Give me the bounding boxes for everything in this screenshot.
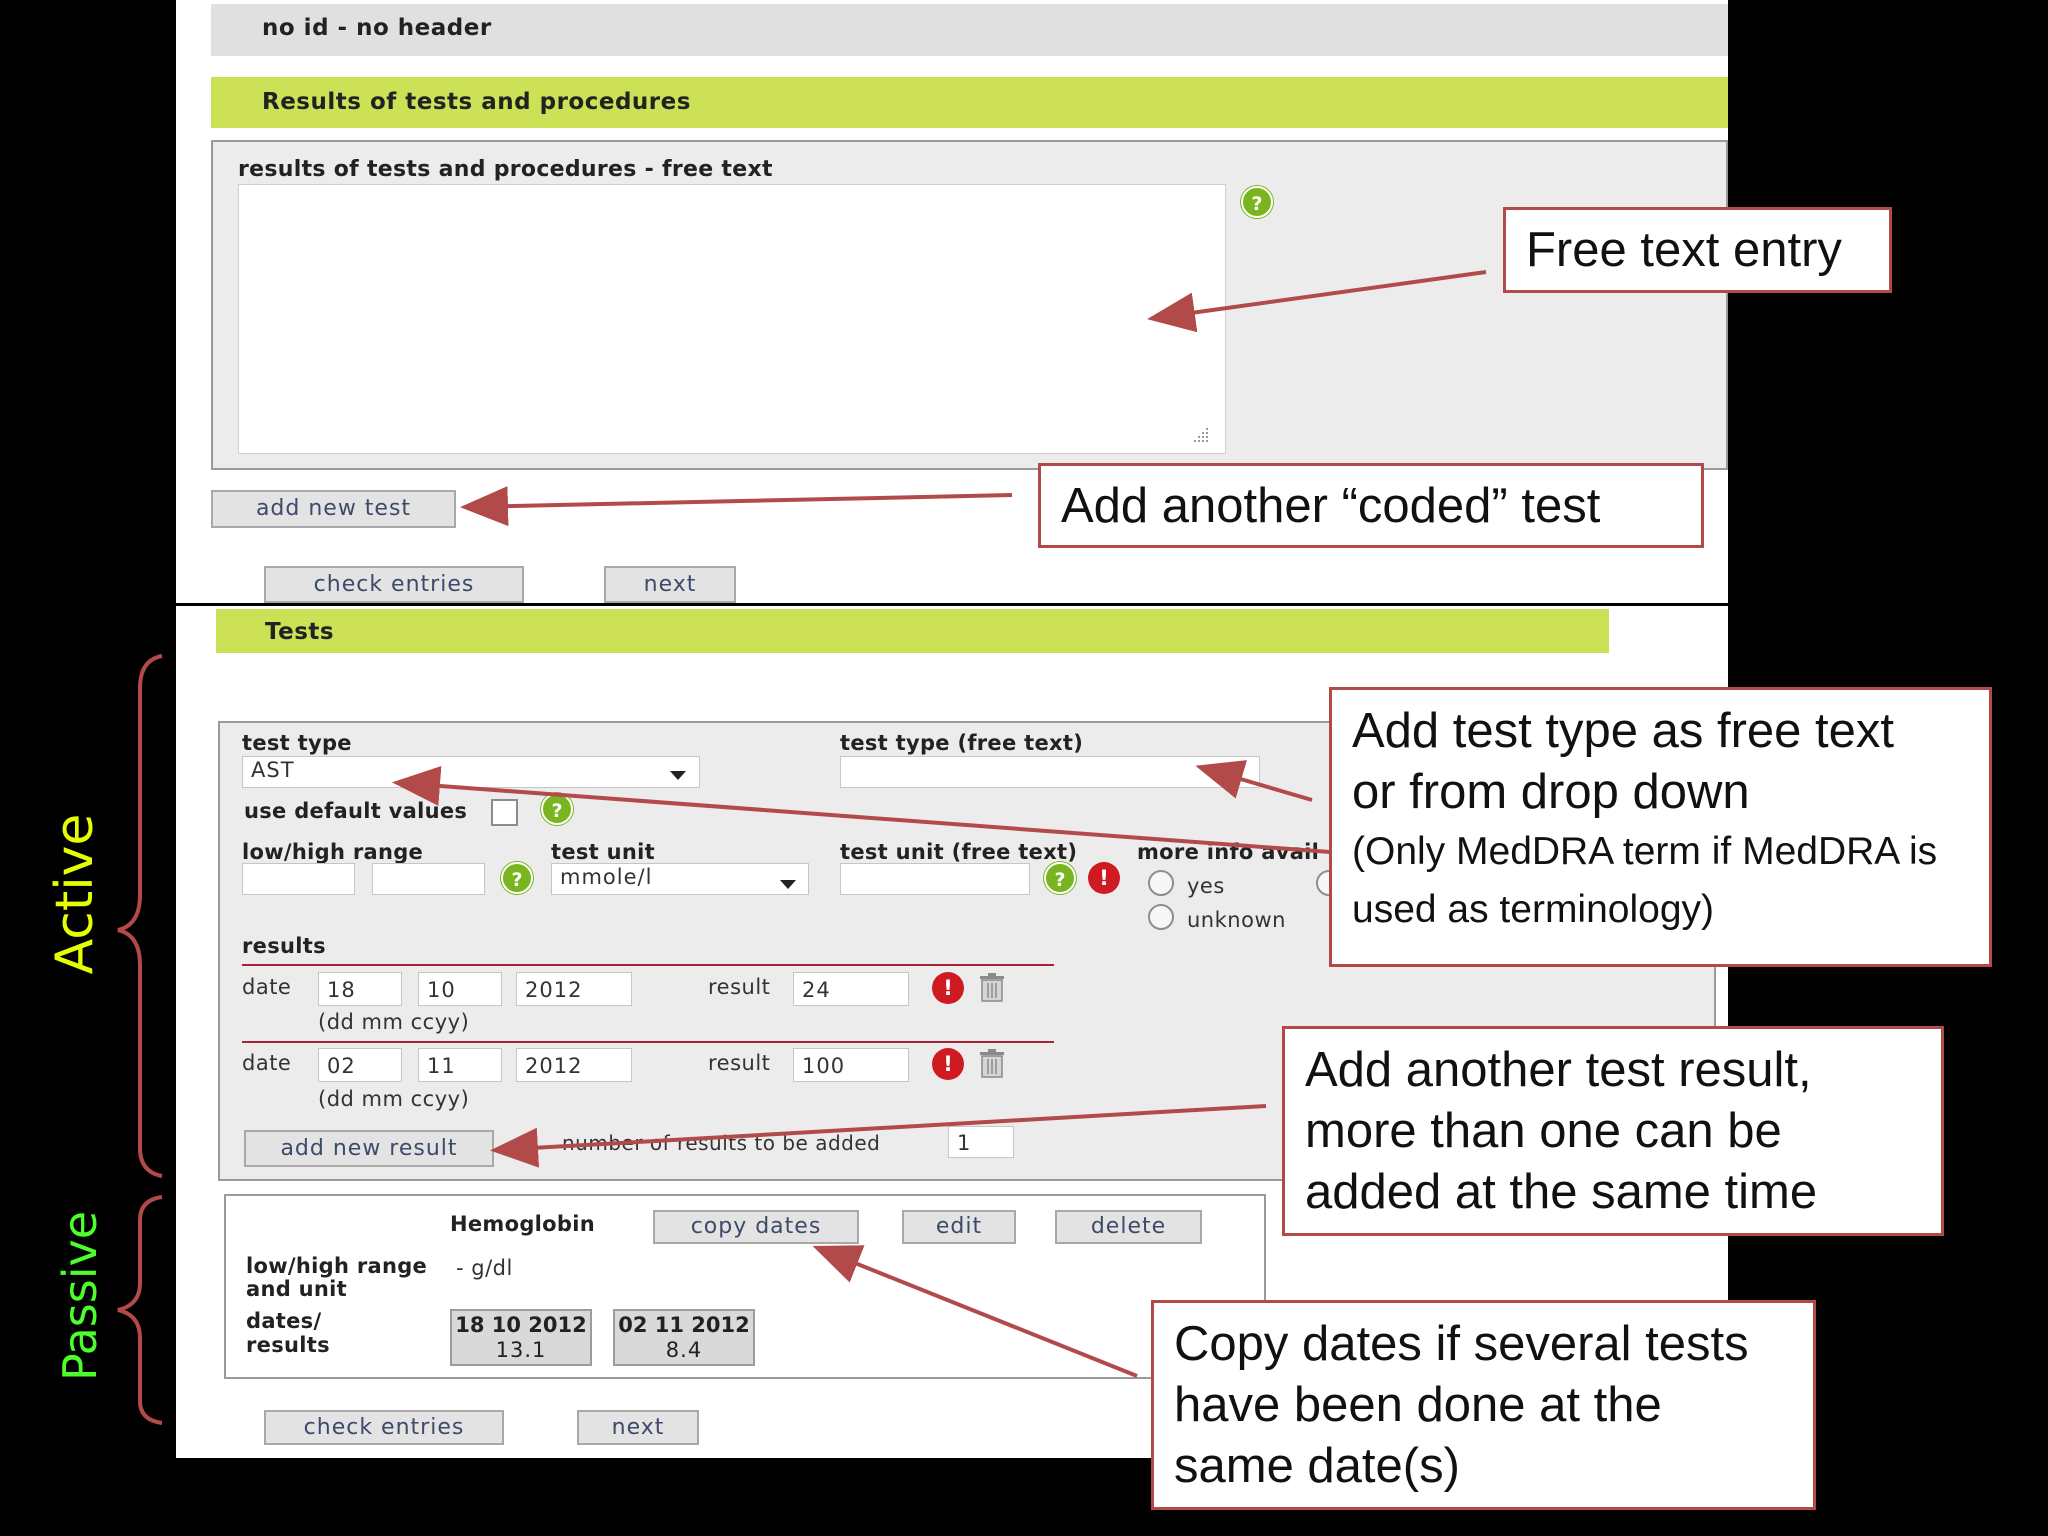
callout-add-coded-line: Add another “coded” test — [1061, 479, 1601, 533]
arrow-add-test — [460, 486, 1013, 527]
callout-add-coded-test: Add another “coded” test — [1038, 463, 1704, 548]
callout-add-result-line3: added at the same time — [1305, 1165, 1818, 1219]
callout-add-result: Add another test result, more than one c… — [1282, 1026, 1944, 1236]
callout-free-text: Free text entry — [1503, 207, 1892, 293]
passive-side-label: Passive — [53, 1210, 107, 1382]
arrow-free-text — [1147, 270, 1487, 333]
callout-copy-dates-line3: same date(s) — [1174, 1439, 1460, 1493]
callout-test-type-line2: or from drop down — [1352, 765, 1750, 819]
callout-test-type: Add test type as free text or from drop … — [1329, 687, 1992, 967]
callout-test-type-line4: used as terminology) — [1352, 888, 1715, 931]
callout-copy-dates-line2: have been done at the — [1174, 1378, 1662, 1432]
arrow-copy-dates — [812, 1245, 1138, 1378]
callout-copy-dates: Copy dates if several tests have been do… — [1151, 1300, 1816, 1510]
passive-brace — [117, 1195, 163, 1425]
callout-free-text-line: Free text entry — [1526, 223, 1842, 277]
arrow-test-type-select — [392, 766, 1331, 854]
active-side-label: Active — [45, 813, 105, 975]
callout-add-result-line2: more than one can be — [1305, 1104, 1782, 1158]
callout-test-type-line3: (Only MedDRA term if MedDRA is — [1352, 830, 1938, 873]
callout-add-result-line1: Add another test result, — [1305, 1043, 1812, 1097]
active-brace — [117, 654, 163, 1178]
callout-test-type-line1: Add test type as free text — [1352, 704, 1895, 758]
callout-copy-dates-line1: Copy dates if several tests — [1174, 1317, 1749, 1371]
arrow-test-type-free — [1195, 760, 1313, 802]
arrow-add-result — [490, 1104, 1267, 1168]
